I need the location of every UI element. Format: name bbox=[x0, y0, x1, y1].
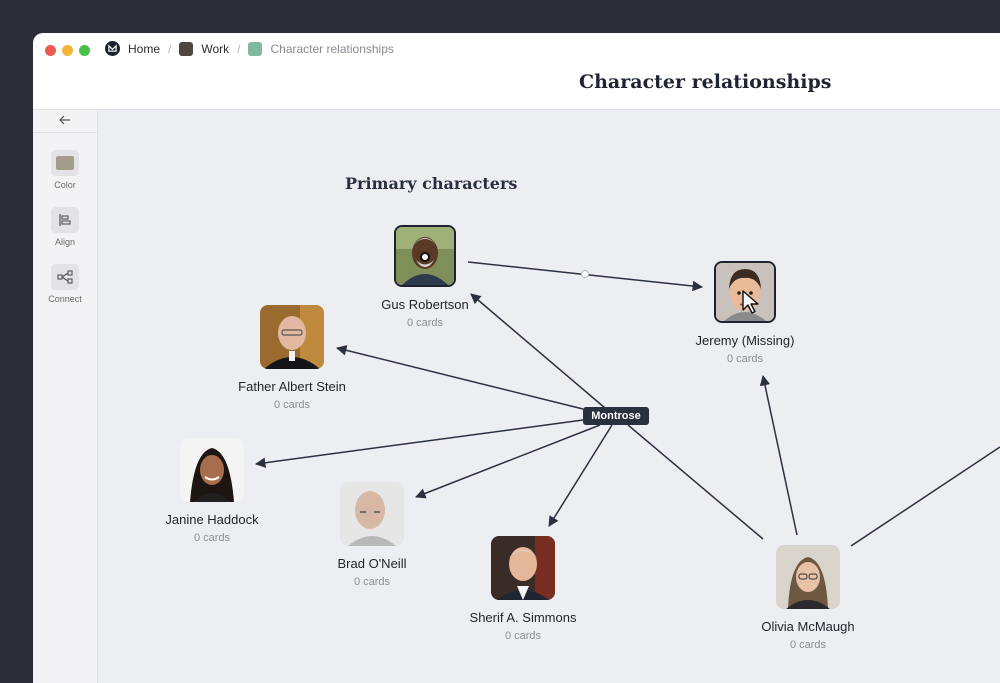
card-count: 0 cards bbox=[273, 399, 311, 411]
character-name: Jeremy (Missing) bbox=[695, 333, 795, 348]
link-handle-icon[interactable] bbox=[419, 251, 431, 263]
character-card-father-albert-stein[interactable]: Father Albert Stein 0 cards bbox=[202, 305, 382, 411]
edge-montrose-to-janine[interactable] bbox=[254, 419, 584, 468]
card-count: 0 cards bbox=[726, 353, 764, 365]
avatar bbox=[180, 438, 244, 502]
edge-midpoint-handle[interactable] bbox=[581, 270, 589, 278]
edge-olivia-offscreen[interactable] bbox=[850, 446, 1000, 547]
edge-montrose-to-olivia[interactable] bbox=[627, 424, 764, 540]
card-count: 0 cards bbox=[789, 639, 827, 651]
mouse-cursor-icon bbox=[742, 290, 759, 314]
card-count: 0 cards bbox=[193, 532, 231, 544]
character-name: Father Albert Stein bbox=[238, 379, 346, 394]
character-name: Janine Haddock bbox=[165, 512, 259, 527]
character-name: Sherif A. Simmons bbox=[469, 610, 577, 625]
character-name: Olivia McMaugh bbox=[761, 619, 855, 634]
character-card-olivia-mcmaugh[interactable]: Olivia McMaugh 0 cards bbox=[718, 545, 898, 651]
connector-label[interactable]: Montrose bbox=[583, 407, 649, 425]
avatar bbox=[260, 305, 324, 369]
avatar bbox=[776, 545, 840, 609]
section-title: Primary characters bbox=[345, 174, 518, 193]
card-count: 0 cards bbox=[504, 630, 542, 642]
edge-montrose-to-sherif[interactable] bbox=[548, 424, 613, 527]
edge-olivia-to-jeremy[interactable] bbox=[759, 374, 798, 536]
avatar bbox=[340, 482, 404, 546]
avatar bbox=[491, 536, 555, 600]
character-card-janine-haddock[interactable]: Janine Haddock 0 cards bbox=[122, 438, 302, 544]
character-card-sherif-simmons[interactable]: Sherif A. Simmons 0 cards bbox=[433, 536, 613, 642]
